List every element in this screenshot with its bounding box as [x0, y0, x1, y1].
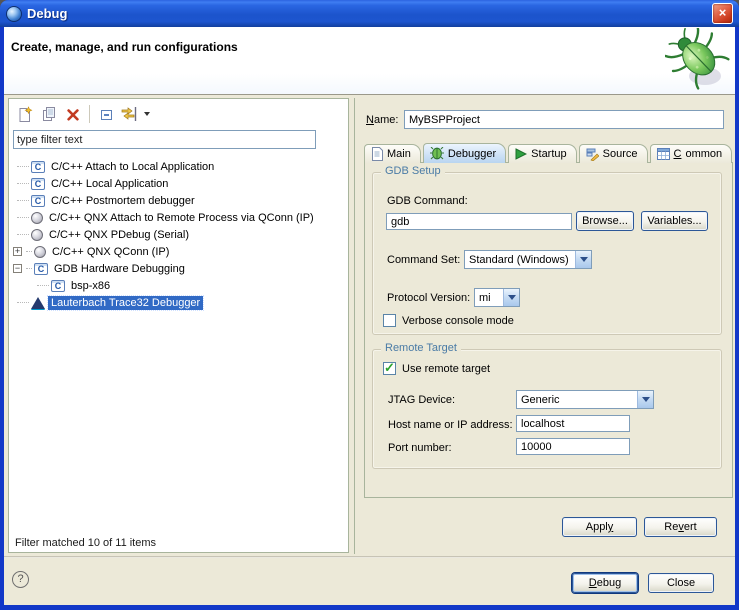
- tab-startup[interactable]: Startup: [508, 144, 576, 163]
- header-title: Create, manage, and run configurations: [11, 40, 238, 54]
- eclipse-app-icon: [6, 6, 22, 22]
- filter-icon[interactable]: [118, 103, 142, 125]
- bottom-separator: [4, 556, 735, 558]
- green-bug-image: [665, 28, 733, 95]
- help-icon[interactable]: ?: [12, 571, 29, 588]
- tree-item-local-application[interactable]: C C/C++ Local Application: [9, 175, 348, 192]
- apply-button[interactable]: Apply: [562, 517, 637, 537]
- command-set-label: Command Set:: [387, 254, 460, 266]
- table-icon: [657, 148, 670, 160]
- debugger-tab-content: GDB Setup GDB Command: Browse... Variabl…: [364, 162, 733, 498]
- tree-item-qnx-qconn[interactable]: + C/C++ QNX QConn (IP): [9, 243, 348, 260]
- use-remote-target-checkbox[interactable]: [383, 362, 396, 375]
- qnx-sphere-icon: [31, 212, 43, 224]
- jtag-device-label: JTAG Device:: [388, 394, 455, 406]
- name-label: Name:: [366, 114, 398, 126]
- name-input[interactable]: [404, 110, 724, 129]
- jtag-device-dropdown[interactable]: Generic: [516, 390, 654, 409]
- tree-item-qnx-attach-remote[interactable]: C/C++ QNX Attach to Remote Process via Q…: [9, 209, 348, 226]
- c-application-icon: C: [34, 263, 48, 275]
- port-number-input[interactable]: [516, 438, 630, 455]
- configurations-panel: C C/C++ Attach to Local Application C C/…: [8, 98, 349, 553]
- panel-divider[interactable]: [354, 98, 355, 554]
- command-set-dropdown[interactable]: Standard (Windows): [464, 250, 592, 269]
- tab-debugger[interactable]: Debugger: [423, 143, 506, 163]
- debug-dialog-window: Debug × Create, manage, and run configur…: [0, 0, 739, 610]
- host-name-input[interactable]: [516, 415, 630, 432]
- verbose-console-label: Verbose console mode: [402, 315, 514, 327]
- verbose-console-checkbox[interactable]: [383, 314, 396, 327]
- tab-source[interactable]: Source: [579, 144, 648, 163]
- delete-icon[interactable]: [61, 103, 85, 125]
- config-tabs: Main Debugger Startup: [364, 144, 734, 163]
- gdb-setup-group-title: GDB Setup: [381, 165, 445, 177]
- lauterbach-icon: [31, 297, 45, 309]
- source-pencil-icon: [586, 148, 599, 161]
- filter-menu-arrow[interactable]: [144, 112, 150, 116]
- tree-item-postmortem[interactable]: C C/C++ Postmortem debugger: [9, 192, 348, 209]
- c-application-icon: C: [31, 195, 45, 207]
- tree-item-gdb-hardware[interactable]: − C GDB Hardware Debugging: [9, 260, 348, 277]
- chevron-down-icon[interactable]: [575, 251, 591, 268]
- tree-item-lauterbach-trace32[interactable]: Lauterbach Trace32 Debugger: [9, 294, 348, 311]
- gdb-command-label: GDB Command:: [387, 195, 468, 207]
- configuration-detail-panel: Name: Main Debugger: [358, 98, 735, 556]
- variables-button[interactable]: Variables...: [641, 211, 708, 231]
- play-icon: [515, 148, 527, 160]
- debug-button[interactable]: Debug: [572, 573, 638, 593]
- window-title: Debug: [27, 6, 67, 21]
- remote-target-group-title: Remote Target: [381, 342, 461, 354]
- protocol-version-label: Protocol Version:: [387, 292, 470, 304]
- c-application-icon: C: [51, 280, 65, 292]
- tree-item-attach-local[interactable]: C C/C++ Attach to Local Application: [9, 158, 348, 175]
- protocol-version-dropdown[interactable]: mi: [474, 288, 520, 307]
- host-name-label: Host name or IP address:: [388, 419, 513, 431]
- tree-item-bsp-x86[interactable]: C bsp-x86: [9, 277, 348, 294]
- qnx-sphere-icon: [31, 229, 43, 241]
- qnx-sphere-icon: [34, 246, 46, 258]
- chevron-down-icon[interactable]: [503, 289, 519, 306]
- browse-button[interactable]: Browse...: [576, 211, 634, 231]
- revert-button[interactable]: Revert: [644, 517, 717, 537]
- new-configuration-icon[interactable]: [13, 103, 37, 125]
- close-button[interactable]: Close: [648, 573, 714, 593]
- tree-item-qnx-pdebug[interactable]: C/C++ QNX PDebug (Serial): [9, 226, 348, 243]
- filter-text-input[interactable]: [13, 130, 316, 149]
- configurations-tree: C C/C++ Attach to Local Application C C/…: [9, 158, 348, 311]
- document-icon: [371, 147, 383, 161]
- expand-icon[interactable]: +: [13, 247, 22, 256]
- c-application-icon: C: [31, 161, 45, 173]
- bug-icon: [430, 147, 444, 160]
- remote-target-group: Remote Target Use remote target JTAG Dev…: [372, 349, 722, 469]
- dialog-body: Create, manage, and run configurations: [4, 27, 735, 605]
- toolbar-separator: [89, 105, 90, 123]
- filter-status-text: Filter matched 10 of 11 items: [15, 537, 156, 549]
- configurations-toolbar: [13, 102, 150, 126]
- title-bar[interactable]: Debug ×: [0, 0, 739, 27]
- tab-common[interactable]: Common: [650, 144, 733, 163]
- tab-main[interactable]: Main: [364, 144, 421, 163]
- port-number-label: Port number:: [388, 442, 452, 454]
- collapse-all-icon[interactable]: [94, 103, 118, 125]
- use-remote-target-label: Use remote target: [402, 363, 490, 375]
- c-application-icon: C: [31, 178, 45, 190]
- dialog-header: Create, manage, and run configurations: [4, 27, 735, 95]
- close-window-button[interactable]: ×: [712, 3, 733, 24]
- gdb-setup-group: GDB Setup GDB Command: Browse... Variabl…: [372, 172, 722, 335]
- collapse-icon[interactable]: −: [13, 264, 22, 273]
- gdb-command-input[interactable]: [386, 213, 572, 230]
- duplicate-icon[interactable]: [37, 103, 61, 125]
- chevron-down-icon[interactable]: [637, 391, 653, 408]
